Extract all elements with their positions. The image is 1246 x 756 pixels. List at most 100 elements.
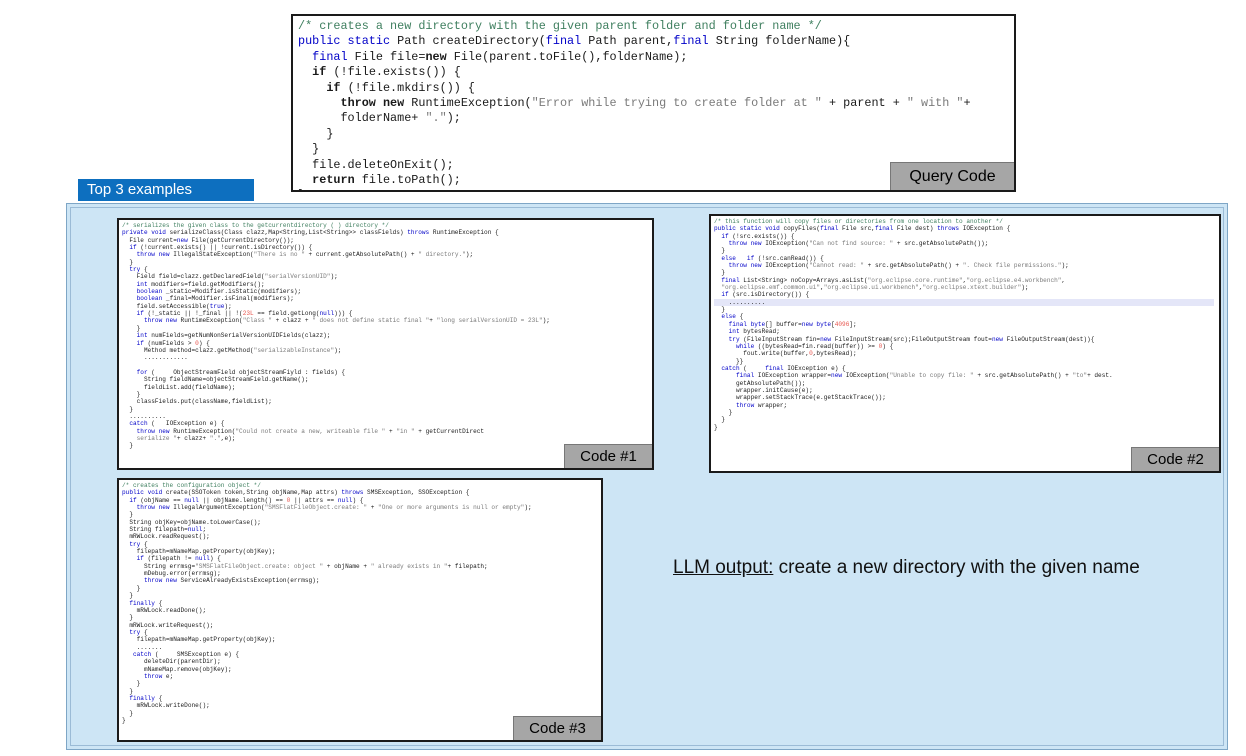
- code-token: 23L: [242, 310, 254, 318]
- code-token: finally: [129, 694, 159, 702]
- code-token: {: [143, 628, 148, 636]
- code-token: IllegalStateException(: [173, 251, 254, 259]
- code-token: /* this function will copy files or dire…: [714, 218, 1003, 225]
- code-token: + src.getAbsolutePath() +: [863, 262, 963, 270]
- code-token: new: [991, 335, 1007, 343]
- code-token: final byte: [728, 320, 766, 328]
- code-token: boolean: [136, 288, 166, 296]
- code-token: serializeClass(Class clazz,Map<String,Li…: [169, 229, 408, 237]
- code-line: if (numFields > 0) {: [122, 340, 210, 347]
- code-token: new: [425, 49, 454, 64]
- code-token: else: [721, 313, 740, 321]
- code-token: null: [337, 496, 353, 504]
- query-code-label: Query Code: [890, 162, 1014, 190]
- code-token: (: [743, 364, 766, 372]
- code-line: }: [714, 424, 718, 431]
- code-token: "Cannot read: ": [809, 262, 864, 270]
- code-token: _final=Modifier.isFinal(modifiers);: [165, 295, 294, 303]
- code-token: fout.write(buffer,: [714, 350, 810, 358]
- code-token: String errmsg=: [122, 562, 196, 570]
- code-token: (src.isDirectory()) {: [732, 291, 810, 299]
- code-token: ,: [1061, 276, 1066, 284]
- code-token: "SMSFlatFileObject.create: ": [264, 504, 368, 512]
- code-token: final: [820, 225, 843, 233]
- code-line: }: [298, 127, 333, 141]
- code-token: );: [1061, 262, 1069, 270]
- code-token: serialize ": [136, 434, 177, 442]
- code-token: wrapper;: [757, 401, 788, 409]
- code-token: ..........: [122, 412, 166, 420]
- code-token: .......: [122, 643, 163, 651]
- code-token: for: [136, 368, 152, 376]
- code-token: throw new: [143, 317, 181, 325]
- code-line: ............: [122, 354, 188, 361]
- code-token: (!_static || !_final || !(: [147, 310, 243, 318]
- code-token: {: [158, 694, 163, 702]
- code-token: throw new: [340, 96, 412, 111]
- code-token: +: [429, 317, 437, 325]
- code-token: "to": [1072, 372, 1088, 380]
- code-line: else if (!src.canRead()) {: [714, 255, 823, 262]
- code-line: try (FileInputStream fin=new FileInputSt…: [714, 335, 1095, 343]
- code-token: file.toPath();: [361, 173, 461, 188]
- code-token: if: [136, 310, 148, 318]
- code-token: ServiceAlreadyExistsException(errmsg);: [180, 577, 320, 585]
- code-token: List<String> noCopy=Arrays.asList(: [743, 276, 868, 284]
- code-token: public static: [298, 34, 398, 49]
- code-token: " already exists in ": [370, 562, 448, 570]
- code-token: folderName+: [298, 111, 426, 126]
- code-token: RuntimeException(: [173, 427, 236, 435]
- code-line: for ( ObjectStreamField objectStreamFiyl…: [122, 369, 345, 376]
- code-line: mRWLock.readRequest();: [122, 533, 210, 541]
- code-token: modifiers=field.getModifiers();: [151, 280, 265, 288]
- code-token: }: [122, 680, 141, 688]
- code-token: final: [545, 34, 589, 49]
- code-token: true: [209, 302, 225, 310]
- code-token: mRWLock.readRequest();: [122, 533, 210, 541]
- code-token: mDebug.error(errmsg);: [122, 570, 221, 578]
- code-token: filepath=mNameMap.getProperty(objKey);: [122, 548, 276, 556]
- code-token: int: [136, 332, 152, 340]
- code-token: + src.getAbsolutePath());: [893, 240, 989, 248]
- code-example-1: /* serializes the given class to the get…: [117, 218, 654, 470]
- code-line: ..........: [714, 298, 1214, 307]
- code-line: public void create(SSOToken token,String…: [122, 489, 469, 496]
- code-line: mRWLock.writeRequest();: [122, 622, 213, 629]
- code-line: }: [714, 247, 725, 254]
- code-line: if (!src.exists()) {: [714, 233, 794, 240]
- code-token: }: [298, 188, 305, 190]
- code-token: _static=Modifier.isStatic(modifiers);: [165, 288, 302, 296]
- code-token: + clazz+: [176, 434, 210, 442]
- code-token: "serializableInstance": [253, 346, 335, 354]
- code-line: catch ( SMSException e) {: [122, 651, 239, 658]
- code-line: throw new IOException("Cannot read: " + …: [714, 262, 1069, 269]
- code-token: "long serialVersionUID = 23L": [436, 317, 543, 325]
- code-token: throws: [407, 229, 433, 237]
- code-token: int: [136, 280, 152, 288]
- code-token: if: [129, 244, 141, 252]
- code-token: (objName ==: [140, 496, 185, 504]
- code-line: throw new RuntimeException("Class " + cl…: [122, 317, 550, 324]
- code-token: numFields=getNumNonSerialVersionUIDField…: [151, 332, 331, 340]
- code-token: /* creates a new directory with the give…: [298, 19, 822, 33]
- code-line: throw new IOException("Can not find sour…: [714, 240, 989, 248]
- code-token: {: [739, 313, 744, 321]
- code-token: while: [735, 342, 758, 350]
- code-token: final: [735, 372, 758, 380]
- code-line: throw new ServiceAlreadyExistsException(…: [122, 577, 320, 584]
- code-line: throw new IllegalStateException("There i…: [122, 251, 473, 258]
- code-line: if (!file.exists()) {: [298, 65, 461, 79]
- code-line: final IOException wrapper=new IOExceptio…: [714, 372, 1113, 379]
- code-token: final: [673, 34, 716, 49]
- code-token: }: [122, 511, 133, 519]
- code-line: int modifiers=field.getModifiers();: [122, 281, 265, 288]
- code-line: String objKey=objName.toLowerCase();: [122, 519, 261, 526]
- llm-output: LLM output: create a new directory with …: [673, 555, 1153, 580]
